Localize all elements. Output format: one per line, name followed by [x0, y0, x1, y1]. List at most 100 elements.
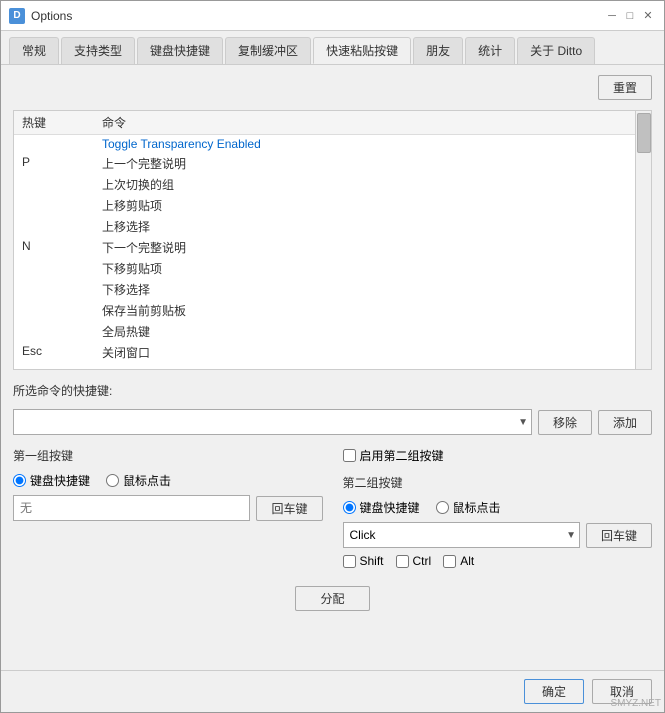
- col-hotkey: 热键: [14, 111, 94, 135]
- close-button[interactable]: ✕: [640, 8, 656, 24]
- second-radio-keyboard[interactable]: 键盘快捷键: [343, 499, 420, 516]
- hotkey-table[interactable]: 热键 命令 Toggle Transparency EnabledP上一个完整说…: [14, 111, 635, 369]
- command-cell: 上移剪贴项: [94, 195, 635, 216]
- table-row[interactable]: 全局热键: [14, 321, 635, 342]
- tab-general[interactable]: 常规: [9, 37, 59, 64]
- ok-button[interactable]: 确定: [524, 679, 584, 704]
- tab-stats[interactable]: 统计: [465, 37, 515, 64]
- app-icon: D: [9, 8, 25, 24]
- shortcut-select[interactable]: [13, 409, 532, 435]
- tab-friends[interactable]: 朋友: [413, 37, 463, 64]
- alt-label: Alt: [460, 554, 474, 568]
- hotkey-cell: [14, 216, 94, 237]
- table-row[interactable]: Esc关闭窗口: [14, 342, 635, 363]
- hotkey-cell: N: [14, 237, 94, 258]
- first-radio-keyboard[interactable]: 键盘快捷键: [13, 472, 90, 489]
- hotkey-cell: Esc: [14, 342, 94, 363]
- enable-second-row: 启用第二组按键: [343, 447, 653, 464]
- second-radio-keyboard-input[interactable]: [343, 501, 356, 514]
- command-cell: 上一个完整说明: [94, 153, 635, 174]
- first-radio-keyboard-label: 键盘快捷键: [30, 472, 90, 489]
- table-row[interactable]: 保存当前剪贴板: [14, 300, 635, 321]
- shift-checkbox[interactable]: [343, 555, 356, 568]
- shift-label: Shift: [360, 554, 384, 568]
- command-cell: 保存当前剪贴板: [94, 300, 635, 321]
- command-cell: 下移剪贴项: [94, 258, 635, 279]
- tab-bar: 常规 支持类型 键盘快捷键 复制缓冲区 快速粘贴按键 朋友 统计 关于 Ditt…: [1, 31, 664, 65]
- command-cell: 关闭窗口: [94, 342, 635, 363]
- second-group-checkbox-row: Shift Ctrl Alt: [343, 554, 653, 568]
- tab-support-type[interactable]: 支持类型: [61, 37, 135, 64]
- hotkey-cell: [14, 279, 94, 300]
- second-group-enter-btn[interactable]: 回车键: [586, 523, 652, 548]
- command-cell: 下移选择: [94, 279, 635, 300]
- table-row[interactable]: 下移剪贴项: [14, 258, 635, 279]
- hotkey-cell: [14, 321, 94, 342]
- title-bar-controls: ─ □ ✕: [604, 8, 656, 24]
- table-row[interactable]: 上移选择: [14, 216, 635, 237]
- alt-checkbox-label[interactable]: Alt: [443, 554, 474, 568]
- table-row[interactable]: N下一个完整说明: [14, 237, 635, 258]
- first-radio-keyboard-input[interactable]: [13, 474, 26, 487]
- second-radio-mouse[interactable]: 鼠标点击: [436, 499, 501, 516]
- remove-button[interactable]: 移除: [538, 410, 592, 435]
- hotkey-table-wrapper: 热键 命令 Toggle Transparency EnabledP上一个完整说…: [13, 110, 652, 370]
- shortcut-section-label: 所选命令的快捷键:: [13, 384, 112, 398]
- assign-button[interactable]: 分配: [295, 586, 369, 611]
- table-row[interactable]: Toggle Transparency Enabled: [14, 135, 635, 154]
- second-radio-mouse-input[interactable]: [436, 501, 449, 514]
- tab-about[interactable]: 关于 Ditto: [517, 37, 595, 64]
- second-group-select[interactable]: Click Right Click Double Click: [343, 522, 580, 548]
- command-cell: 上次切换的组: [94, 174, 635, 195]
- first-group-box: 第一组按键 键盘快捷键 鼠标点击 回车键: [13, 447, 323, 568]
- first-group-input-row: 回车键: [13, 495, 323, 521]
- hotkey-cell: [14, 174, 94, 195]
- second-group-box: 启用第二组按键 第二组按键 键盘快捷键 鼠标点击: [343, 447, 653, 568]
- first-radio-mouse-input[interactable]: [106, 474, 119, 487]
- command-cell: 上移选择: [94, 216, 635, 237]
- table-row[interactable]: 上次切换的组: [14, 174, 635, 195]
- shift-checkbox-label[interactable]: Shift: [343, 554, 384, 568]
- tab-quick-paste[interactable]: 快速粘贴按键: [313, 37, 411, 64]
- two-groups-section: 第一组按键 键盘快捷键 鼠标点击 回车键: [13, 447, 652, 568]
- table-row[interactable]: 上移剪贴项: [14, 195, 635, 216]
- minimize-button[interactable]: ─: [604, 8, 620, 24]
- tab-copy-buffer[interactable]: 复制缓冲区: [225, 37, 311, 64]
- maximize-button[interactable]: □: [622, 8, 638, 24]
- command-cell: 全局热键: [94, 321, 635, 342]
- table-row[interactable]: 下移选择: [14, 279, 635, 300]
- hotkey-cell: [14, 135, 94, 154]
- table-row[interactable]: P上一个完整说明: [14, 153, 635, 174]
- first-radio-mouse[interactable]: 鼠标点击: [106, 472, 171, 489]
- hotkey-cell: [14, 195, 94, 216]
- title-bar-left: D Options: [9, 8, 72, 24]
- shortcut-combo-row: ▼ 移除 添加: [13, 409, 652, 435]
- second-radio-mouse-label: 鼠标点击: [453, 499, 501, 516]
- scroll-thumb[interactable]: [637, 113, 651, 153]
- ctrl-label: Ctrl: [413, 554, 432, 568]
- first-group-label: 第一组按键: [13, 447, 323, 464]
- ctrl-checkbox[interactable]: [396, 555, 409, 568]
- cancel-button[interactable]: 取消: [592, 679, 652, 704]
- ctrl-checkbox-label[interactable]: Ctrl: [396, 554, 432, 568]
- title-bar: D Options ─ □ ✕: [1, 1, 664, 31]
- hotkey-cell: [14, 258, 94, 279]
- bottom-bar: 确定 取消: [1, 670, 664, 712]
- second-group-dropdown-wrapper[interactable]: Click Right Click Double Click ▼: [343, 522, 580, 548]
- scrollbar[interactable]: [635, 111, 651, 369]
- command-cell: 下一个完整说明: [94, 237, 635, 258]
- options-window: D Options ─ □ ✕ 常规 支持类型 键盘快捷键 复制缓冲区 快速粘贴…: [0, 0, 665, 713]
- enable-second-group-checkbox[interactable]: [343, 449, 356, 462]
- first-group-text-input[interactable]: [13, 495, 250, 521]
- first-group-enter-btn[interactable]: 回车键: [256, 496, 322, 521]
- hotkey-cell: P: [14, 153, 94, 174]
- second-group-input-row: Click Right Click Double Click ▼ 回车键: [343, 522, 653, 548]
- window-title: Options: [31, 9, 72, 23]
- second-group-radio-row: 键盘快捷键 鼠标点击: [343, 499, 653, 516]
- second-radio-keyboard-label: 键盘快捷键: [360, 499, 420, 516]
- tab-keyboard-shortcuts[interactable]: 键盘快捷键: [137, 37, 223, 64]
- shortcut-dropdown-wrapper[interactable]: ▼: [13, 409, 532, 435]
- reset-button[interactable]: 重置: [598, 75, 652, 100]
- alt-checkbox[interactable]: [443, 555, 456, 568]
- add-button[interactable]: 添加: [598, 410, 652, 435]
